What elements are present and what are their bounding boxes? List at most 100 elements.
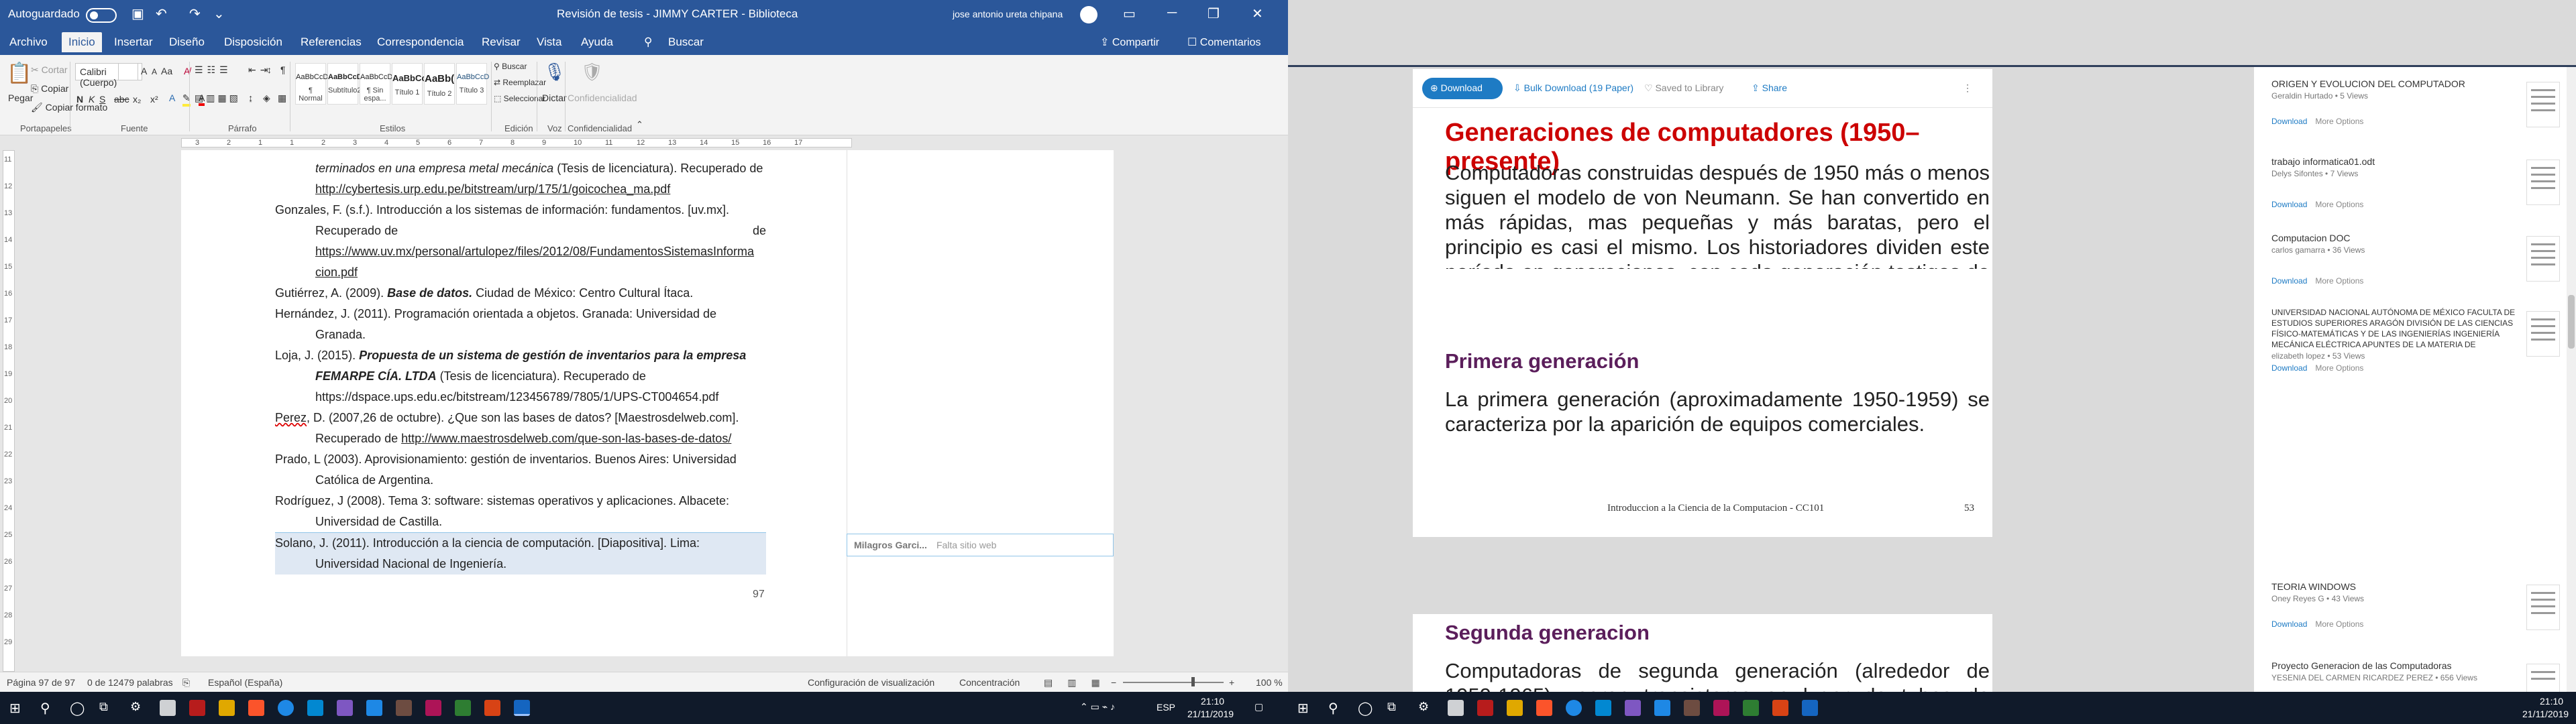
cortana-icon[interactable]: ◯ — [70, 700, 86, 716]
style-titulo2[interactable]: AaBb(Título 2 — [424, 63, 455, 105]
paste-icon[interactable]: 📋 — [7, 62, 32, 85]
brave-icon[interactable] — [248, 700, 264, 716]
download-link[interactable]: Download — [2271, 363, 2307, 373]
xd-icon[interactable] — [425, 700, 441, 716]
excel-icon[interactable] — [1743, 700, 1759, 716]
display-settings[interactable]: Configuración de visualización — [808, 677, 934, 688]
reference-link[interactable]: http://cybertesis.urp.edu.pe/bitstream/u… — [275, 179, 766, 200]
autosave-toggle[interactable] — [86, 8, 117, 23]
document-title[interactable]: ORIGEN Y EVOLUCION DEL COMPUTADOR — [2271, 78, 2520, 90]
zoom-out-icon[interactable]: − — [1111, 677, 1116, 688]
reference-link[interactable]: https://www.uv.mx/personal/artulopez/fil… — [275, 241, 766, 262]
paste-button[interactable]: Pegar — [8, 93, 33, 103]
app-icon[interactable] — [1684, 700, 1700, 716]
sensitivity-icon[interactable]: 🛡 — [581, 62, 603, 82]
chrome-icon[interactable] — [1566, 700, 1582, 716]
view-buttons[interactable]: ▤▥▦ — [1044, 677, 1115, 688]
language[interactable]: Español (España) — [208, 677, 282, 688]
powerpoint-icon[interactable] — [1772, 700, 1788, 716]
word-count[interactable]: 0 de 12479 palabras — [87, 677, 173, 688]
task-view-icon[interactable]: ⧉ — [99, 700, 115, 716]
reference-link[interactable]: cion.pdf — [275, 262, 766, 283]
customize-qat-icon[interactable]: ⌄ — [213, 5, 225, 22]
more-options-icon[interactable]: ⋮ — [1963, 82, 1972, 94]
download-link[interactable]: Download — [2271, 200, 2307, 209]
bold-button[interactable]: N — [76, 94, 83, 105]
reference-entry[interactable]: Gutiérrez, A. (2009). Base de datos. Ciu… — [275, 283, 766, 304]
vertical-ruler[interactable]: 11 12 13 14 15 16 17 18 19 20 21 22 23 24 25 26 27 28 29 — [0, 150, 17, 672]
app-icon[interactable] — [189, 700, 205, 716]
document-title[interactable]: Computacion DOC — [2271, 232, 2520, 244]
related-document-card[interactable]: ORIGEN Y EVOLUCION DEL COMPUTADOR Gerald… — [2271, 78, 2567, 127]
avatar[interactable] — [1080, 6, 1097, 23]
settings-icon[interactable]: ⚙ — [130, 700, 146, 716]
notifications-icon[interactable]: ▢ — [1254, 701, 1263, 713]
word-icon[interactable] — [1802, 700, 1818, 716]
photos-icon[interactable] — [1448, 700, 1464, 716]
tab-insertar[interactable]: Insertar — [114, 36, 153, 49]
zoom-slider-thumb[interactable] — [1191, 677, 1195, 686]
related-document-card[interactable]: trabajo informatica01.odt Delys Sifontes… — [2271, 156, 2567, 209]
list-buttons[interactable]: ☰☷☰ — [195, 64, 232, 76]
sensitivity-button[interactable]: Confidencialidad — [568, 93, 637, 103]
proofing-icon[interactable]: ⎘ — [182, 677, 190, 688]
document-title[interactable]: trabajo informatica01.odt — [2271, 156, 2520, 168]
redo-icon[interactable]: ↷ — [189, 5, 201, 22]
input-language[interactable]: ESP — [1157, 702, 1175, 713]
excel-icon[interactable] — [455, 700, 471, 716]
settings-icon[interactable]: ⚙ — [1418, 700, 1434, 716]
download-button[interactable]: ⊕ Download — [1422, 78, 1503, 99]
zoom-in-icon[interactable]: + — [1229, 677, 1234, 688]
style-sin-espaciado[interactable]: AaBbCcDd ¶ Sin espa... — [360, 63, 396, 105]
find-button[interactable]: ⚲ Buscar — [494, 62, 527, 71]
document-thumbnail[interactable] — [2526, 236, 2560, 282]
line-spacing-icon[interactable]: ↨ — [248, 93, 253, 103]
tab-archivo[interactable]: Archivo — [9, 36, 48, 49]
saved-button[interactable]: ♡ Saved to Library — [1644, 82, 1723, 94]
xd-icon[interactable] — [1713, 700, 1729, 716]
document-thumbnail[interactable] — [2526, 311, 2560, 357]
text-effects-icon[interactable]: A — [169, 93, 175, 103]
clock-date[interactable]: 21/11/2019 — [1187, 709, 1234, 719]
more-options-link[interactable]: More Options — [2315, 276, 2363, 286]
reference-entry[interactable]: Rodríguez, J (2008). Tema 3: software: s… — [275, 491, 766, 532]
ribbon-display-icon[interactable]: ▭ — [1123, 5, 1136, 22]
undo-icon[interactable]: ↶ — [156, 5, 167, 22]
superscript-button[interactable]: x² — [150, 94, 158, 105]
horizontal-ruler[interactable]: 3 2 1 1 2 3 4 5 6 7 8 9 10 11 12 13 14 15 16 17 — [0, 135, 1288, 150]
close-icon[interactable]: ✕ — [1252, 5, 1263, 22]
strikethrough-button[interactable]: abc — [114, 94, 129, 105]
save-icon[interactable]: ▣ — [131, 5, 144, 22]
font-size-select[interactable] — [118, 63, 138, 80]
reference-entry[interactable]: Gonzales, F. (s.f.). Introducción a los … — [275, 200, 766, 283]
show-formatting-button[interactable]: ¶ — [280, 64, 286, 75]
document-thumbnail[interactable] — [2526, 82, 2560, 127]
reference-entry[interactable]: terminados en una empresa metal mecánica… — [275, 158, 766, 200]
microphone-icon[interactable]: 🎙 — [543, 62, 566, 82]
related-document-card[interactable]: TEORIA WINDOWS Oney Reyes G • 43 Views D… — [2271, 581, 2567, 630]
more-options-link[interactable]: More Options — [2315, 200, 2363, 209]
select-button[interactable]: ⬚ Seleccionar — [494, 94, 545, 103]
cut-button[interactable]: ✂ Cortar — [31, 64, 68, 76]
app-icon[interactable] — [396, 700, 412, 716]
change-case-button[interactable]: Aa — [161, 66, 172, 76]
search-icon[interactable]: ⚲ — [644, 36, 652, 49]
related-document-card[interactable]: Computacion DOC carlos gamarra • 36 View… — [2271, 232, 2567, 286]
tab-disposicion[interactable]: Disposición — [224, 36, 282, 49]
align-buttons[interactable]: ▤▥▦▧ — [195, 93, 241, 104]
chrome-icon[interactable] — [278, 700, 294, 716]
share-button[interactable]: ⇪ Compartir — [1100, 36, 1159, 49]
related-document-card[interactable]: UNIVERSIDAD NACIONAL AUTÓNOMA DE MÉXICO … — [2271, 307, 2567, 373]
style-normal[interactable]: AaBbCcDd ¶ Normal — [295, 63, 332, 105]
download-link[interactable]: Download — [2271, 117, 2307, 126]
download-link[interactable]: Download — [2271, 276, 2307, 286]
more-options-link[interactable]: More Options — [2315, 117, 2363, 126]
replace-button[interactable]: ⇄ Reemplazar — [494, 78, 546, 87]
grow-font-button[interactable]: A — [141, 66, 147, 76]
search-box[interactable]: Buscar — [668, 36, 704, 49]
underline-button[interactable]: S — [99, 94, 105, 105]
page-count[interactable]: Página 97 de 97 — [7, 677, 75, 688]
reference-entry[interactable]: Perez, D. (2007,26 de octubre). ¿Que son… — [275, 408, 766, 449]
more-options-link[interactable]: More Options — [2315, 363, 2363, 373]
style-titulo1[interactable]: AaBbCc Título 1 — [392, 63, 427, 105]
